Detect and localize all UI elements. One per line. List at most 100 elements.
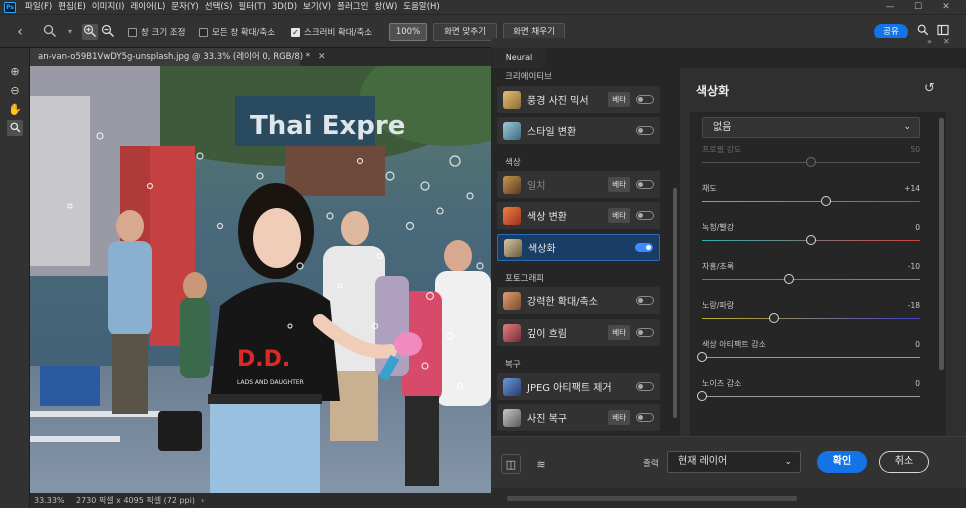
bottom-scroll-area <box>491 488 966 508</box>
landscape-mixer-toggle[interactable] <box>636 95 654 104</box>
zoom-in-tool-icon[interactable]: ⊕ <box>7 64 23 80</box>
menu-layer[interactable]: 레이어(L) <box>127 0 168 14</box>
jpeg-artifacts-toggle[interactable] <box>636 382 654 391</box>
minimize-icon[interactable]: — <box>876 0 904 14</box>
filter-list: 크리에이티브 풍경 사진 믹서 베타 스타일 변환 색상 일치 베타 색상 변환… <box>491 68 679 436</box>
slider-knob[interactable] <box>697 352 707 362</box>
style-transfer-icon <box>503 121 521 140</box>
zoom-out-tool-icon[interactable]: ⊖ <box>7 83 23 99</box>
harmonization-toggle[interactable] <box>636 180 654 189</box>
close-window-icon[interactable]: ✕ <box>932 0 960 14</box>
menu-image[interactable]: 이미지(I) <box>89 0 128 14</box>
close-panel-icon[interactable]: ✕ <box>943 37 950 46</box>
resize-windows-checkbox[interactable] <box>128 27 137 37</box>
menu-plugins[interactable]: 플러그인 <box>334 0 371 14</box>
super-zoom-toggle[interactable] <box>636 296 654 305</box>
horizontal-scroll-thumb[interactable] <box>507 496 797 501</box>
slider-track[interactable] <box>702 201 920 202</box>
close-document-icon[interactable]: ✕ <box>318 48 326 66</box>
zoom-tool-icon[interactable] <box>7 120 23 136</box>
slider-track[interactable] <box>702 396 920 397</box>
document-title: an-van-o59B1VwDY5g-unsplash.jpg @ 33.3% … <box>38 52 311 62</box>
shirt-text: D.D. <box>237 347 290 372</box>
hand-tool-icon[interactable]: ✋ <box>7 102 23 118</box>
zoom-all-option[interactable]: 모든 창 확대/축소 <box>199 23 275 41</box>
menu-view[interactable]: 보기(V) <box>300 0 334 14</box>
status-bar: 33.33% 2730 픽셀 x 4095 픽셀 (72 ppi) › <box>30 493 491 508</box>
menu-3d[interactable]: 3D(D) <box>269 0 300 14</box>
photo-restoration-icon <box>503 408 521 427</box>
settings-scrollbar[interactable] <box>936 112 946 436</box>
filter-jpeg-artifacts[interactable]: JPEG 아티팩트 제거 <box>497 373 660 400</box>
colorize-toggle[interactable] <box>635 243 653 252</box>
document-info: 2730 픽셀 x 4095 픽셀 (72 ppi) <box>76 496 195 505</box>
slider-knob[interactable] <box>697 391 707 401</box>
color-transfer-icon <box>503 206 521 225</box>
ok-button[interactable]: 확인 <box>817 451 867 473</box>
maximize-icon[interactable]: ☐ <box>904 0 932 14</box>
reset-icon[interactable]: ↺ <box>924 81 935 96</box>
settings-scroll-thumb[interactable] <box>939 118 944 370</box>
filter-colorize[interactable]: 색상화 <box>497 234 660 261</box>
filter-harmonization[interactable]: 일치 베타 <box>497 171 660 198</box>
cancel-button[interactable]: 취소 <box>879 451 929 473</box>
filter-style-transfer[interactable]: 스타일 변환 <box>497 117 660 144</box>
zoom-level[interactable]: 33.33% <box>34 496 74 505</box>
menu-type[interactable]: 문자(Y) <box>168 0 201 14</box>
layers-preview-icon[interactable]: ≋ <box>531 454 551 474</box>
zoom-in-icon[interactable] <box>82 24 98 40</box>
menu-select[interactable]: 선택(S) <box>202 0 236 14</box>
document-tab[interactable]: an-van-o59B1VwDY5g-unsplash.jpg @ 33.3% … <box>30 48 310 66</box>
beta-badge: 베타 <box>608 208 630 223</box>
menu-filter[interactable]: 필터(T) <box>235 0 268 14</box>
menu-help[interactable]: 도움말(H) <box>400 0 442 14</box>
profile-dropdown[interactable]: 없음 ⌄ <box>702 117 920 138</box>
menu-edit[interactable]: 편집(E) <box>55 0 89 14</box>
filter-landscape-mixer[interactable]: 풍경 사진 믹서 베타 <box>497 86 660 113</box>
collapse-panel-icon[interactable]: » <box>927 37 932 46</box>
slider-knob[interactable] <box>821 196 832 206</box>
filter-depth-blur[interactable]: 깊이 흐림 베타 <box>497 319 660 346</box>
resize-windows-option[interactable]: 창 크기 조정 <box>128 23 186 41</box>
slider-track[interactable] <box>702 279 920 280</box>
scrubby-zoom-option[interactable]: ✓ 스크러비 확대/축소 <box>291 23 372 41</box>
back-icon[interactable]: ‹ <box>12 24 28 40</box>
slider-knob[interactable] <box>806 157 816 167</box>
beta-badge: 베타 <box>608 92 630 107</box>
neural-filters-tab[interactable]: Neural Filters <box>493 48 545 82</box>
harmonization-icon <box>503 175 521 194</box>
slider-label: 녹청/빨강 <box>702 223 735 232</box>
panel-header-strip: » ✕ <box>491 37 966 48</box>
slider-value: 0 <box>915 379 920 388</box>
slider-knob[interactable] <box>768 313 779 323</box>
slider-track[interactable] <box>702 318 920 319</box>
depth-blur-toggle[interactable] <box>636 328 654 337</box>
slider-track[interactable] <box>702 357 920 358</box>
output-select[interactable]: 현재 레이어 ⌄ <box>667 451 801 473</box>
menu-window[interactable]: 창(W) <box>371 0 400 14</box>
color-transfer-toggle[interactable] <box>636 211 654 220</box>
filter-list-scrollbar[interactable] <box>671 68 679 436</box>
preset-chevron-icon[interactable]: ▾ <box>62 24 78 40</box>
filter-photo-restoration[interactable]: 사진 복구 베타 <box>497 404 660 431</box>
filter-list-scroll-thumb[interactable] <box>673 188 677 418</box>
slider-knob[interactable] <box>806 235 816 245</box>
zoom-100-button[interactable]: 100% <box>389 23 427 41</box>
output-label: 출력 <box>643 459 659 469</box>
scrubby-zoom-checkbox[interactable]: ✓ <box>291 27 300 37</box>
filter-color-transfer[interactable]: 색상 변환 베타 <box>497 202 660 229</box>
zoom-all-checkbox[interactable] <box>199 27 208 37</box>
compare-icon[interactable]: ◫ <box>501 454 521 474</box>
filter-super-zoom[interactable]: 강력한 확대/축소 <box>497 287 660 314</box>
zoom-out-icon[interactable] <box>100 24 116 40</box>
menu-file[interactable]: 파일(F) <box>22 0 55 14</box>
fit-screen-button[interactable]: 화면 맞추기 <box>433 23 497 41</box>
style-transfer-toggle[interactable] <box>636 126 654 135</box>
photo-restoration-toggle[interactable] <box>636 413 654 422</box>
info-chevron-icon[interactable]: › <box>201 496 204 505</box>
colorize-icon <box>504 238 522 257</box>
zoom-tool-preset-icon[interactable] <box>42 24 58 40</box>
slider-knob[interactable] <box>784 274 795 284</box>
slider-label: 채도 <box>702 184 717 193</box>
document-canvas[interactable]: Thai Expre D.D. LADS AND DAUGHTER <box>30 66 491 493</box>
